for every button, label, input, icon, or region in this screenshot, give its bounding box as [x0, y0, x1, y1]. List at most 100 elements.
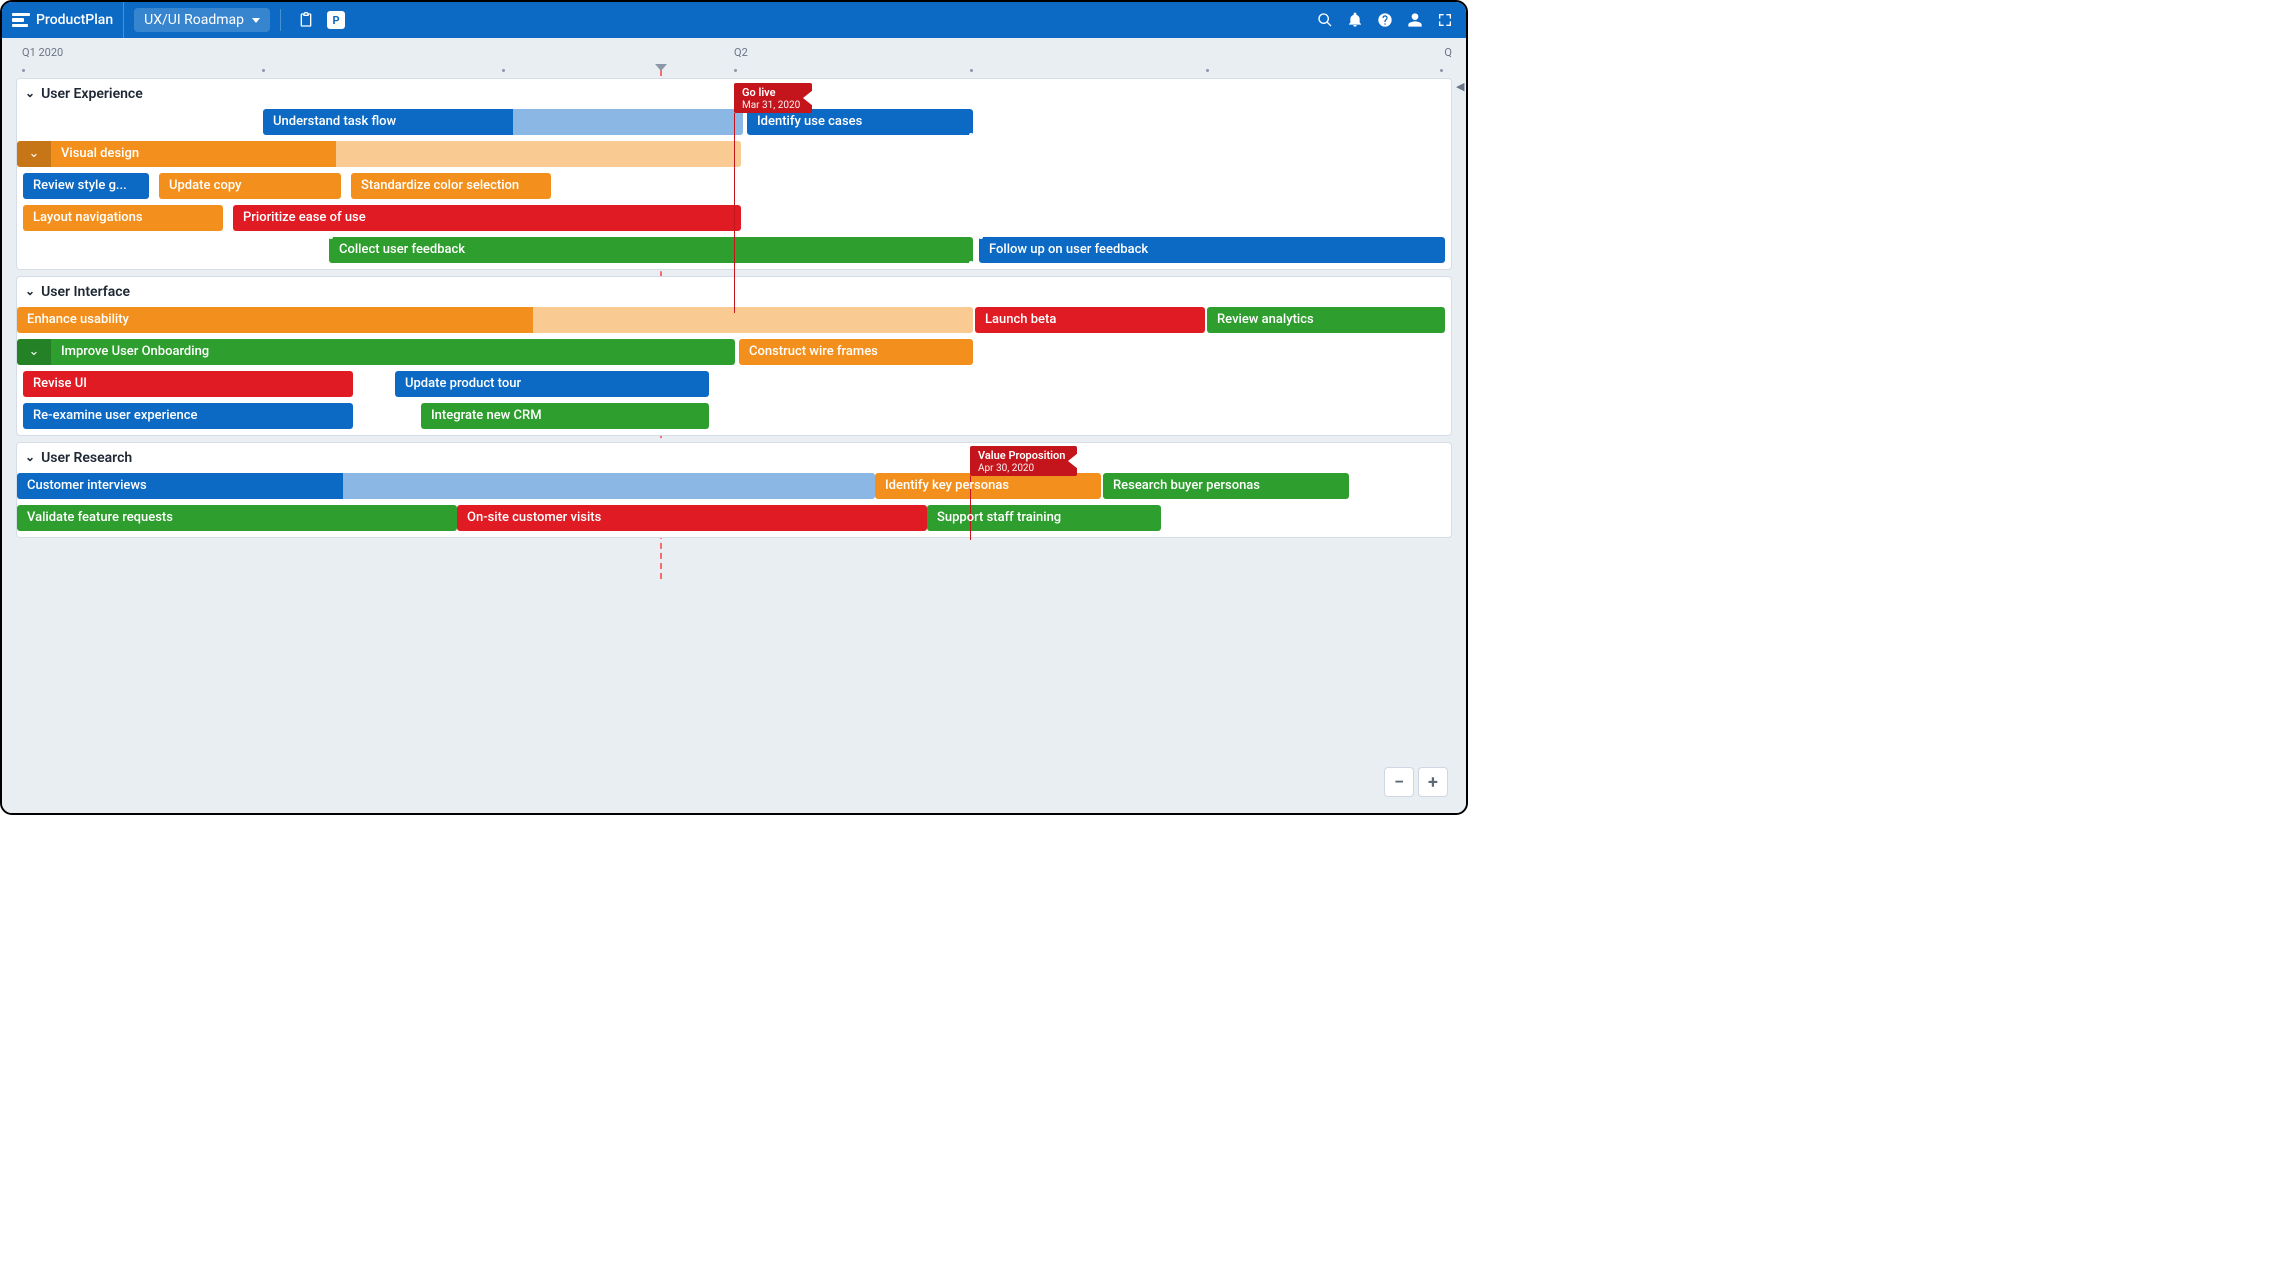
roadmap-bar[interactable]: Integrate new CRM — [421, 403, 709, 429]
progress-overlay — [336, 141, 741, 167]
search-icon — [1317, 12, 1333, 28]
roadmap-bar[interactable]: ⌄ Improve User Onboarding — [17, 339, 735, 365]
roadmap-bar[interactable]: Follow up on user feedback — [979, 237, 1445, 263]
roadmap-bar[interactable]: ⌄ Visual design — [17, 141, 741, 167]
bar-label: Prioritize ease of use — [243, 210, 366, 225]
bar-label: Identify use cases — [757, 114, 862, 129]
roadmap-selector-label: UX/UI Roadmap — [144, 12, 244, 28]
bar-label: Improve User Onboarding — [61, 344, 209, 359]
quarter-label: Q2 — [734, 46, 748, 59]
roadmap-bar[interactable]: Layout navigations — [23, 205, 223, 231]
help-button[interactable] — [1372, 7, 1398, 33]
roadmap-bar[interactable]: Launch beta — [975, 307, 1205, 333]
bar-label: Integrate new CRM — [431, 408, 542, 423]
clipboard-icon — [298, 12, 314, 28]
collapse-side-panel[interactable]: ◀ — [1456, 80, 1464, 96]
bar-label: Revise UI — [33, 376, 87, 391]
milestone-value-prop[interactable]: Value Proposition Apr 30, 2020 — [970, 446, 1077, 476]
axis-tick — [734, 69, 737, 72]
progress-overlay — [343, 473, 875, 499]
roadmap-bar[interactable]: Validate feature requests — [17, 505, 457, 531]
roadmap-bar[interactable]: Update product tour — [395, 371, 709, 397]
progress-overlay — [513, 109, 743, 135]
roadmap-bar[interactable]: Construct wire frames — [739, 339, 973, 365]
link-dot-icon — [967, 259, 973, 263]
milestone-title: Value Proposition — [978, 449, 1065, 462]
bar-label: Construct wire frames — [749, 344, 878, 359]
link-dot-icon — [967, 131, 973, 135]
lane-title: User Experience — [41, 86, 143, 102]
lane-header[interactable]: ⌄User Research — [17, 443, 1451, 473]
bar-label: Standardize color selection — [361, 178, 519, 193]
roadmap-bar[interactable]: Customer interviews — [17, 473, 875, 499]
roadmap-bar[interactable]: Prioritize ease of use — [233, 205, 741, 231]
roadmap-bar[interactable]: Identify key personas — [875, 473, 1101, 499]
p-icon: P — [327, 11, 345, 29]
axis-tick — [502, 69, 505, 72]
roadmap-selector[interactable]: UX/UI Roadmap — [134, 8, 270, 32]
bar-label: Enhance usability — [27, 312, 129, 327]
chevron-down-icon — [252, 18, 260, 23]
link-dot-icon — [979, 237, 985, 241]
notifications-button[interactable] — [1342, 7, 1368, 33]
quarter-label: Q — [1444, 46, 1452, 59]
roadmap-bar[interactable]: Review analytics — [1207, 307, 1445, 333]
roadmap-bar[interactable]: Collect user feedback — [329, 237, 973, 263]
axis-tick — [1206, 69, 1209, 72]
roadmap-bar[interactable]: Enhance usability — [17, 307, 973, 333]
roadmap-bar[interactable]: Understand task flow — [263, 109, 743, 135]
roadmap-bar[interactable]: Update copy — [159, 173, 341, 199]
zoom-in-button[interactable]: + — [1418, 767, 1448, 797]
chevron-down-icon: ⌄ — [25, 284, 35, 298]
roadmap-canvas: ◀ Q1 2020 Q2 Q ⌄ User Experience Understan… — [2, 38, 1466, 813]
roadmap-bar[interactable]: Research buyer personas — [1103, 473, 1349, 499]
roadmap-bar[interactable]: Re-examine user experience — [23, 403, 353, 429]
chevron-down-icon: ⌄ — [25, 450, 35, 464]
zoom-controls: − + — [1384, 767, 1448, 797]
roadmap-bar[interactable]: Standardize color selection — [351, 173, 551, 199]
search-button[interactable] — [1312, 7, 1338, 33]
lane-body: Enhance usability Launch beta Review analy… — [17, 307, 1451, 431]
bar-label: Launch beta — [985, 312, 1056, 327]
quarter-label: Q1 2020 — [22, 46, 63, 59]
lane-row: Customer interviews Identify key personas… — [17, 473, 1451, 501]
bar-label: Review style g... — [33, 178, 127, 193]
brand[interactable]: ProductPlan — [8, 2, 124, 38]
separator — [280, 9, 281, 31]
lane-row: Validate feature requests On-site custome… — [17, 505, 1451, 533]
bar-label: Customer interviews — [27, 478, 147, 493]
bar-label: Identify key personas — [885, 478, 1009, 493]
roadmap-bar[interactable]: Review style g... — [23, 173, 149, 199]
clipboard-button[interactable] — [293, 7, 319, 33]
bar-label: Collect user feedback — [339, 242, 465, 257]
milestone-go-live[interactable]: Go live Mar 31, 2020 — [734, 83, 812, 113]
chevron-down-icon[interactable]: ⌄ — [17, 339, 51, 365]
roadmap-bar[interactable]: Support staff training — [927, 505, 1161, 531]
bar-label: Follow up on user feedback — [989, 242, 1148, 257]
bar-label: Layout navigations — [33, 210, 143, 225]
roadmap-bar[interactable]: Revise UI — [23, 371, 353, 397]
chevron-down-icon[interactable]: ⌄ — [17, 141, 51, 167]
bar-label: Review analytics — [1217, 312, 1314, 327]
help-icon — [1377, 12, 1393, 28]
zoom-out-button[interactable]: − — [1384, 767, 1414, 797]
top-navbar: ProductPlan UX/UI Roadmap P — [2, 2, 1466, 38]
chevron-down-icon: ⌄ — [25, 86, 35, 100]
link-dot-icon — [329, 237, 335, 241]
bar-label: On-site customer visits — [467, 510, 601, 525]
lane-title: User Interface — [41, 284, 130, 300]
account-button[interactable] — [1402, 7, 1428, 33]
axis-tick — [970, 69, 973, 72]
productplan-logo-icon — [12, 13, 30, 27]
roadmap-bar[interactable]: On-site customer visits — [457, 505, 927, 531]
expand-icon — [1437, 12, 1453, 28]
bell-icon — [1347, 12, 1363, 28]
lane-row: Re-examine user experience Integrate new … — [17, 403, 1451, 431]
milestone-title: Go live — [742, 86, 800, 99]
lane-row: ⌄ Improve User Onboarding Construct wire f… — [17, 339, 1451, 367]
fullscreen-button[interactable] — [1432, 7, 1458, 33]
axis-tick — [22, 69, 25, 72]
bar-label: Update copy — [169, 178, 241, 193]
bar-label: Visual design — [61, 146, 139, 161]
parking-button[interactable]: P — [323, 7, 349, 33]
